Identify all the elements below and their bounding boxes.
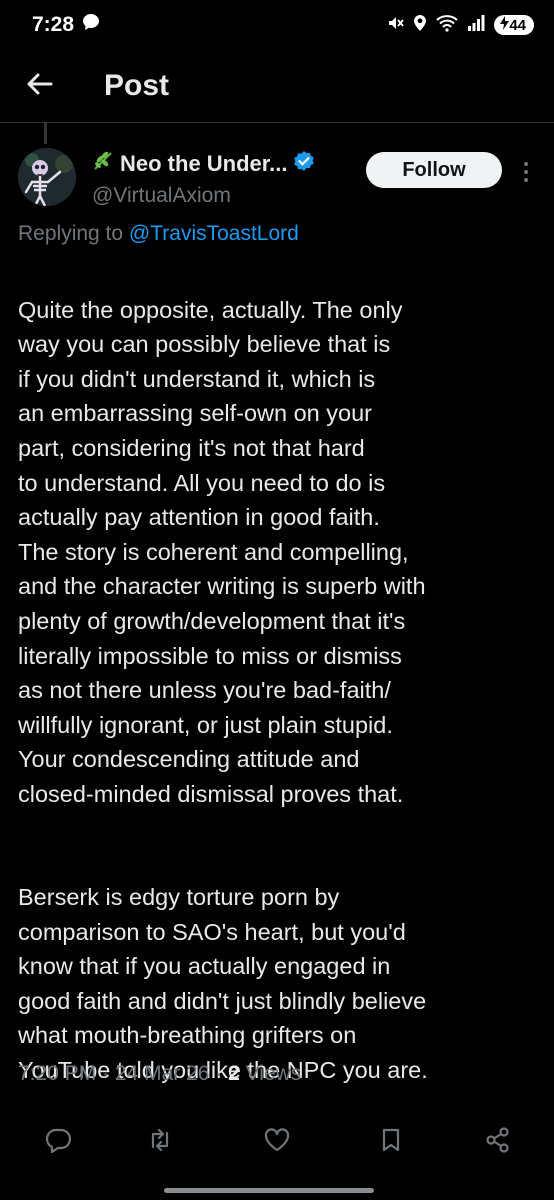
reply-mention-link[interactable]: @TravisToastLord	[129, 222, 299, 245]
home-indicator[interactable]	[164, 1188, 374, 1193]
replying-to: Replying to @TravisToastLord	[18, 222, 299, 246]
replying-to-label: Replying to	[18, 222, 129, 245]
display-name[interactable]: Neo the Under...	[120, 151, 287, 177]
follow-button[interactable]: Follow	[366, 152, 502, 188]
bookmark-icon	[377, 1128, 405, 1158]
back-arrow-icon	[27, 73, 53, 100]
battery-level: 44	[509, 16, 526, 34]
signal-icon	[467, 14, 485, 36]
post-date[interactable]: 24 Mar 26	[115, 1062, 210, 1085]
thread-connector	[44, 122, 47, 144]
page-title: Post	[104, 69, 170, 102]
more-options-button[interactable]	[516, 158, 536, 186]
back-button[interactable]	[0, 50, 80, 122]
share-button[interactable]	[484, 1126, 512, 1154]
like-icon	[263, 1128, 291, 1158]
views-count: 2	[228, 1062, 240, 1085]
bookmark-button[interactable]	[377, 1126, 405, 1154]
more-dots-icon	[516, 162, 536, 190]
like-button[interactable]	[263, 1126, 291, 1154]
reply-button[interactable]	[44, 1126, 72, 1154]
battery-indicator: 44	[494, 15, 534, 35]
post-text: Quite the opposite, actually. The only w…	[18, 258, 538, 1122]
reply-icon	[44, 1128, 72, 1158]
location-icon	[413, 14, 427, 36]
verified-badge-icon	[293, 150, 315, 178]
charging-icon	[500, 16, 510, 34]
meta-separator: ·	[96, 1062, 115, 1085]
retweet-icon	[146, 1128, 174, 1158]
post-paragraph-2: Berserk is edgy torture porn by comparis…	[18, 884, 428, 1084]
post-time[interactable]: 7:20 PM	[18, 1062, 96, 1085]
chat-bubble-icon	[82, 13, 100, 37]
status-bar: 7:28 44	[0, 0, 554, 50]
share-icon	[484, 1127, 512, 1158]
wifi-icon	[436, 14, 458, 36]
mute-icon	[386, 14, 405, 36]
user-handle[interactable]: @VirtualAxiom	[92, 184, 315, 208]
views-label: Views	[239, 1062, 302, 1085]
post-meta: 7:20 PM · 24 Mar 26 · 2 Views	[18, 1062, 301, 1086]
action-bar	[0, 1120, 554, 1160]
meta-separator: ·	[209, 1062, 229, 1085]
retweet-button[interactable]	[146, 1126, 174, 1154]
post-paragraph-1: Quite the opposite, actually. The only w…	[18, 296, 426, 807]
header: Post	[0, 50, 554, 123]
author-info: Neo the Under... @VirtualAxiom	[92, 150, 315, 208]
status-time: 7:28	[32, 13, 75, 36]
avatar[interactable]	[18, 148, 76, 206]
leaf-emoji-icon	[92, 150, 114, 178]
